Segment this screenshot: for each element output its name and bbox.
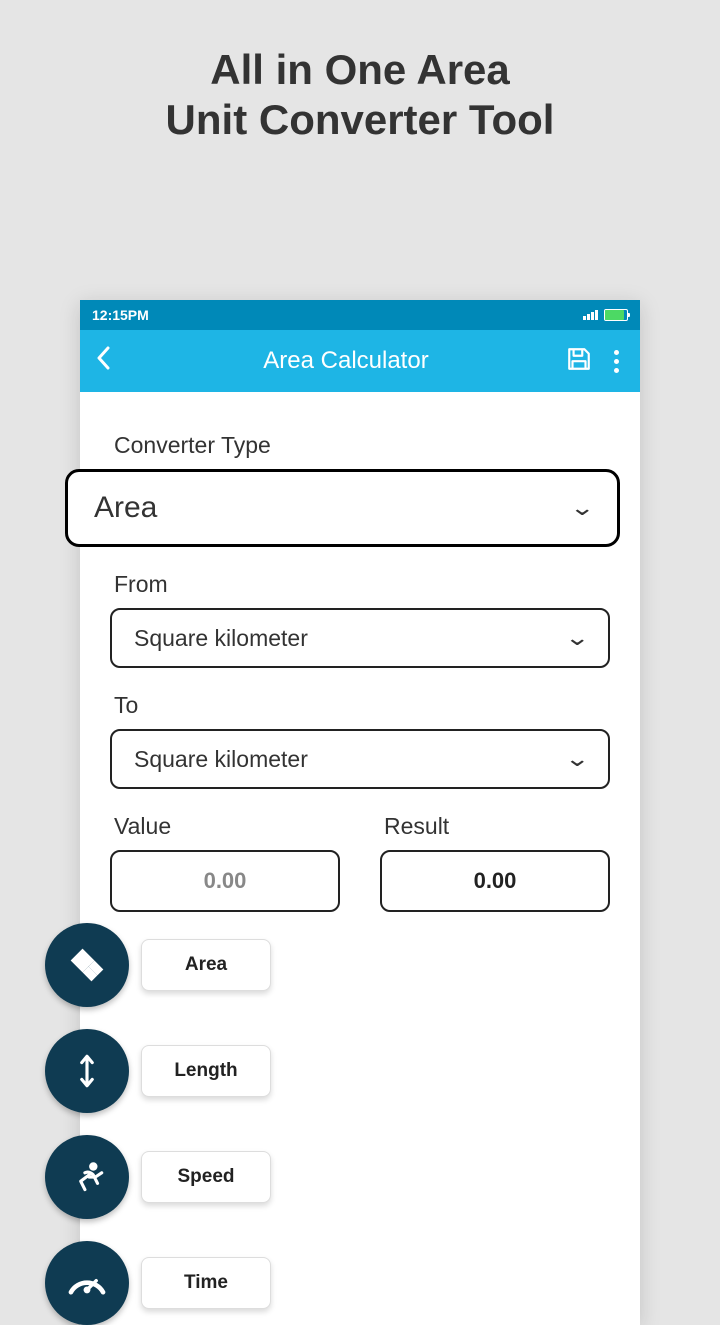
save-button[interactable] (566, 346, 596, 377)
callout-length[interactable]: Length (45, 1029, 271, 1113)
battery-icon (604, 309, 628, 321)
callout-time[interactable]: Time (45, 1241, 271, 1325)
status-right (583, 309, 628, 321)
from-select[interactable]: Square kilometer ⌄ (110, 608, 610, 668)
to-value: Square kilometer (134, 746, 308, 773)
from-value: Square kilometer (134, 625, 308, 652)
result-value: 0.00 (474, 868, 517, 894)
speed-icon (45, 1135, 129, 1219)
to-select[interactable]: Square kilometer ⌄ (110, 729, 610, 789)
promo-line1: All in One Area (0, 45, 720, 95)
content: Converter Type Area ⌄ From Square kilome… (80, 392, 640, 912)
chevron-down-icon: ⌄ (564, 625, 590, 651)
app-bar: Area Calculator (80, 330, 640, 392)
callout-time-label: Time (141, 1257, 271, 1309)
from-label: From (114, 571, 610, 598)
callout-speed-label: Speed (141, 1151, 271, 1203)
value-placeholder: 0.00 (204, 868, 247, 894)
chevron-down-icon: ⌄ (564, 746, 590, 772)
converter-type-value: Area (94, 491, 157, 525)
value-input[interactable]: 0.00 (110, 850, 340, 912)
result-output: 0.00 (380, 850, 610, 912)
callout-area[interactable]: Area (45, 923, 271, 1007)
result-label: Result (384, 813, 610, 840)
promo-line2: Unit Converter Tool (0, 95, 720, 145)
signal-icon (583, 310, 598, 320)
to-label: To (114, 692, 610, 719)
callouts: Area Length Speed Time (45, 923, 271, 1325)
callout-area-label: Area (141, 939, 271, 991)
converter-type-label: Converter Type (114, 432, 610, 459)
back-button[interactable] (96, 346, 126, 377)
length-icon (45, 1029, 129, 1113)
callout-speed[interactable]: Speed (45, 1135, 271, 1219)
app-title: Area Calculator (126, 347, 566, 375)
status-time: 12:15PM (92, 307, 149, 323)
chevron-down-icon: ⌄ (569, 495, 595, 521)
status-bar: 12:15PM (80, 300, 640, 330)
callout-length-label: Length (141, 1045, 271, 1097)
value-label: Value (114, 813, 340, 840)
promo-title: All in One Area Unit Converter Tool (0, 45, 720, 146)
more-button[interactable] (608, 350, 624, 373)
area-icon (45, 923, 129, 1007)
converter-type-select[interactable]: Area ⌄ (65, 469, 620, 547)
time-icon (45, 1241, 129, 1325)
